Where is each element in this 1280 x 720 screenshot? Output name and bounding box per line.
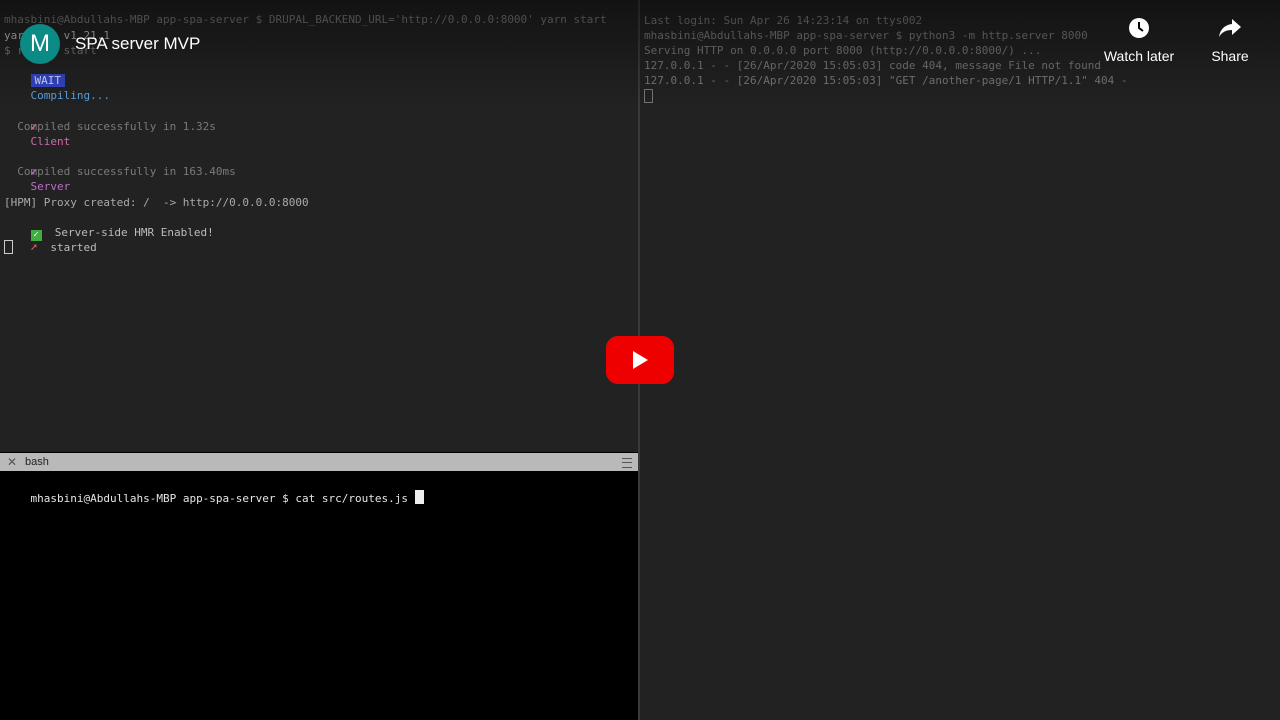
terminal-pane-bash[interactable]: ✕ bash mhasbini@Abdullahs-MBP app-spa-se… — [0, 453, 638, 720]
share-label: Share — [1211, 48, 1249, 64]
terminal-pane-node[interactable]: mhasbini@Abdullahs-MBP app-spa-server $ … — [0, 0, 638, 452]
channel-avatar[interactable]: M — [20, 24, 60, 64]
watch-later-label: Watch later — [1103, 48, 1175, 64]
server-label: Server — [30, 180, 71, 194]
share-arrow-icon — [1185, 14, 1275, 42]
tab-bar-bash: ✕ bash — [0, 453, 638, 471]
proxy-line: [HPM] Proxy created: / -> http://0.0.0.0… — [4, 196, 309, 209]
client-compiled: Compiled successfully in 1.32s — [4, 120, 216, 133]
terminal-cursor — [4, 240, 13, 254]
hamburger-menu-icon[interactable] — [622, 458, 632, 468]
play-icon — [633, 351, 648, 369]
python-line-5: 127.0.0.1 - - [26/Apr/2020 15:05:03] "GE… — [644, 74, 1128, 87]
close-icon[interactable]: ✕ — [7, 455, 17, 469]
tab-title-bash[interactable]: bash — [25, 456, 49, 468]
video-header: M SPA server MVP — [20, 24, 200, 64]
terminal-pane-python[interactable]: Last login: Sun Apr 26 14:23:14 on ttys0… — [640, 0, 1280, 720]
compiling-text: Compiling... — [30, 89, 110, 103]
bash-prompt: mhasbini@Abdullahs-MBP app-spa-server $ … — [30, 492, 415, 506]
terminal-cursor — [644, 89, 653, 103]
server-compiled: Compiled successfully in 163.40ms — [4, 165, 236, 178]
terminal-cursor — [414, 490, 424, 505]
video-title[interactable]: SPA server MVP — [75, 34, 200, 54]
watch-later-button[interactable]: Watch later — [1094, 14, 1184, 64]
play-button[interactable] — [606, 336, 674, 384]
clock-icon — [1094, 14, 1184, 42]
share-button[interactable]: Share — [1185, 14, 1275, 64]
status-badge: WAIT — [30, 74, 65, 88]
client-label: Client — [30, 135, 71, 149]
